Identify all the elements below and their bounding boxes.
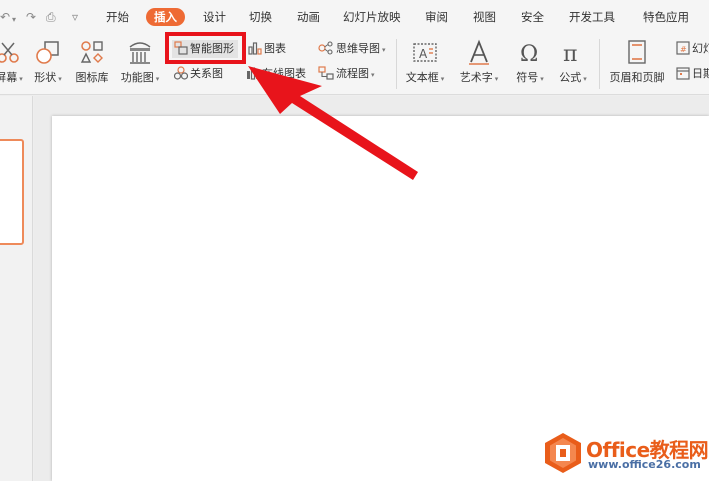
office-logo-icon bbox=[545, 433, 581, 473]
red-arrow-annotation bbox=[248, 66, 418, 180]
watermark-url: www.office26.com bbox=[588, 458, 701, 471]
